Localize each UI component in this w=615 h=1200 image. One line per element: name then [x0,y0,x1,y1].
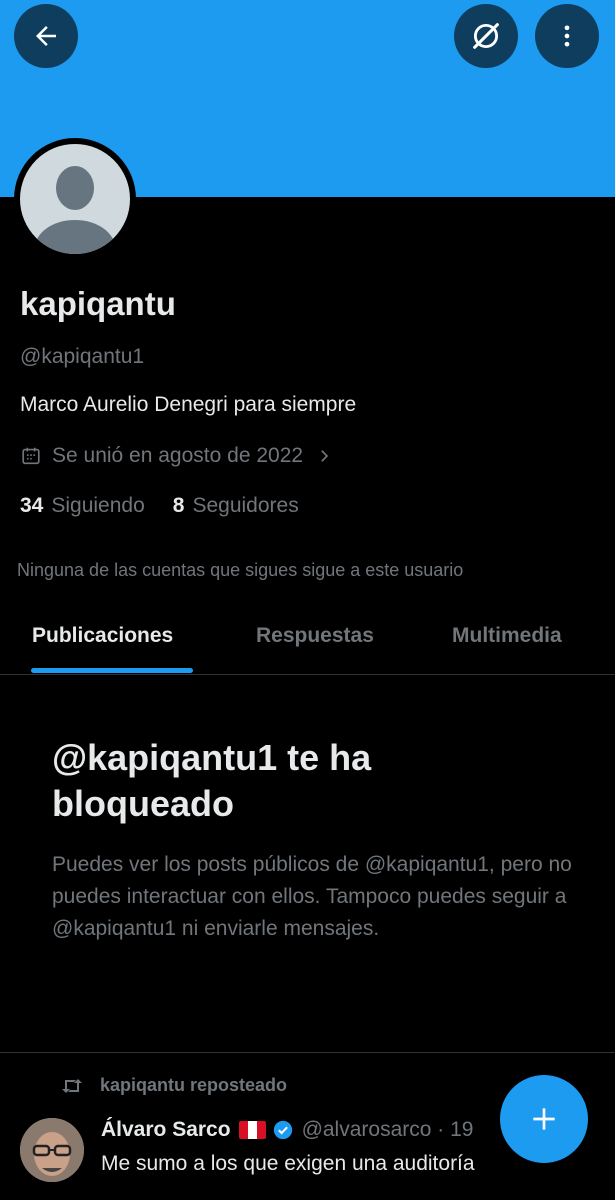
profile-tabs: Publicaciones Respuestas Multimedia [0,608,615,675]
more-options-button[interactable] [535,4,599,68]
following-link[interactable]: 34 Siguiendo [20,494,145,518]
joined-date-row[interactable]: Se unió en agosto de 2022 [20,444,333,468]
plus-icon [533,1108,555,1130]
chevron-right-icon [315,447,333,465]
divider [0,1052,615,1053]
tweet-author-name[interactable]: Álvaro Sarco [101,1118,231,1142]
following-label: Siguiendo [51,494,145,517]
repost-indicator[interactable]: kapiqantu reposteado [60,1075,287,1096]
repost-label: kapiqantu reposteado [100,1075,288,1095]
followers-label: Seguidores [192,494,299,517]
followers-link[interactable]: 8 Seguidores [173,494,299,518]
joined-date-text: Se unió en agosto de 2022 [52,444,304,467]
verified-badge-icon [272,1119,294,1141]
back-button[interactable] [14,4,78,68]
compose-post-button[interactable] [500,1075,588,1163]
blocked-title: @kapiqantu1 te ha bloqueado [52,737,372,824]
default-avatar-icon [20,144,130,254]
tweet-header: Álvaro Sarco @alvarosarco · 19 [101,1118,473,1142]
following-count: 34 [20,494,44,517]
blocked-message: Puedes ver los posts públicos de @kapiqa… [52,853,572,940]
more-vertical-icon [564,25,570,47]
tweet-text[interactable]: Me sumo a los que exigen una auditoría [101,1150,541,1178]
tab-respuestas[interactable]: Respuestas [256,624,374,648]
tweet-author-handle: @alvarosarco · 19 [301,1118,474,1141]
tweet-author-avatar[interactable] [20,1118,84,1182]
grok-button[interactable] [454,4,518,68]
peru-flag-icon [238,1121,266,1139]
grok-icon [473,23,499,49]
profile-avatar[interactable] [14,138,136,260]
profile-display-name: kapiqantu [20,285,176,322]
tab-multimedia[interactable]: Multimedia [452,624,562,648]
follow-stats: 34 Siguiendo 8 Seguidores [20,494,327,518]
profile-handle: @kapiqantu1 [20,345,145,368]
repost-icon [60,1076,84,1096]
calendar-icon [20,445,42,467]
tab-publicaciones[interactable]: Publicaciones [32,624,173,648]
arrow-left-icon [36,26,56,46]
active-tab-indicator [31,668,193,673]
profile-bio: Marco Aurelio Denegri para siempre [20,393,357,416]
followers-count: 8 [172,494,185,517]
mutual-followers-note: Ninguna de las cuentas que sigues sigue … [17,560,464,580]
